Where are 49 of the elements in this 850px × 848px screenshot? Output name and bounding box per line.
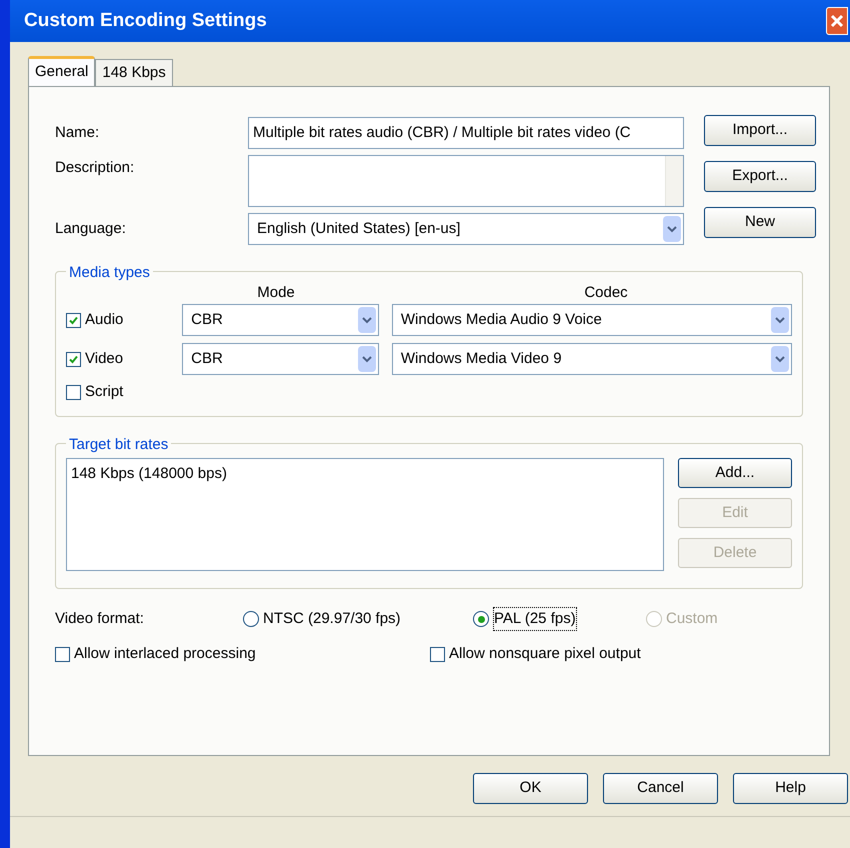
- radio-label: NTSC (29.97/30 fps): [263, 608, 401, 629]
- button[interactable]: New: [704, 207, 816, 238]
- chevron-down-icon: [771, 307, 789, 333]
- chevron-down-icon: [663, 216, 681, 242]
- dropdown[interactable]: CBR: [182, 343, 379, 375]
- checkbox-label: Video: [85, 348, 124, 369]
- tab[interactable]: General: [28, 56, 96, 86]
- button[interactable]: Export...: [704, 161, 816, 192]
- list-item[interactable]: 148 Kbps (148000 bps): [71, 463, 227, 486]
- dropdown[interactable]: English (United States) [en-us]: [248, 213, 684, 245]
- field-label: Language:: [55, 218, 127, 239]
- field-label: Name:: [55, 122, 100, 143]
- text-area[interactable]: [248, 155, 684, 207]
- check-icon: [68, 354, 79, 364]
- check-icon: [68, 314, 79, 326]
- dropdown[interactable]: Windows Media Video 9: [392, 343, 792, 375]
- checkbox[interactable]: [55, 646, 70, 662]
- button[interactable]: Add...: [678, 458, 792, 488]
- window-title: Custom Encoding Settings: [24, 8, 267, 33]
- field-label: Description:: [55, 158, 136, 178]
- radio-button[interactable]: [243, 611, 259, 627]
- close-icon: [830, 14, 844, 28]
- checkbox[interactable]: [66, 352, 81, 366]
- input-field[interactable]: Multiple bit rates audio (CBR) / Multiple bit rates video (C: [248, 117, 684, 149]
- checkbox[interactable]: [66, 384, 81, 400]
- checkbox-label: Script: [85, 382, 124, 402]
- chevron-down-icon: [358, 346, 376, 372]
- checkbox-label: Allow interlaced processing: [74, 644, 256, 664]
- dropdown[interactable]: CBR: [182, 304, 379, 336]
- button[interactable]: OK: [473, 773, 588, 804]
- checkbox[interactable]: [430, 646, 445, 662]
- button[interactable]: Help: [733, 773, 848, 804]
- column-header: Codec: [583, 283, 629, 303]
- checkbox-label: Audio: [85, 310, 124, 330]
- radio-label: PAL (25 fps): [493, 606, 577, 632]
- scrollbar: [665, 156, 683, 206]
- button[interactable]: Import...: [704, 115, 816, 146]
- tab[interactable]: 148 Kbps: [95, 59, 173, 86]
- column-header: Mode: [256, 283, 296, 303]
- dropdown[interactable]: Windows Media Audio 9 Voice: [392, 304, 792, 336]
- checkbox-label: Allow nonsquare pixel output: [449, 644, 641, 664]
- checkbox[interactable]: [66, 312, 81, 328]
- field-label: Video format:: [55, 608, 145, 629]
- chevron-down-icon: [771, 346, 789, 372]
- close-button[interactable]: [826, 7, 848, 35]
- radio-label: Custom: [666, 608, 718, 629]
- radio-button[interactable]: [473, 611, 489, 627]
- chevron-down-icon: [358, 307, 376, 333]
- button[interactable]: Cancel: [603, 773, 718, 804]
